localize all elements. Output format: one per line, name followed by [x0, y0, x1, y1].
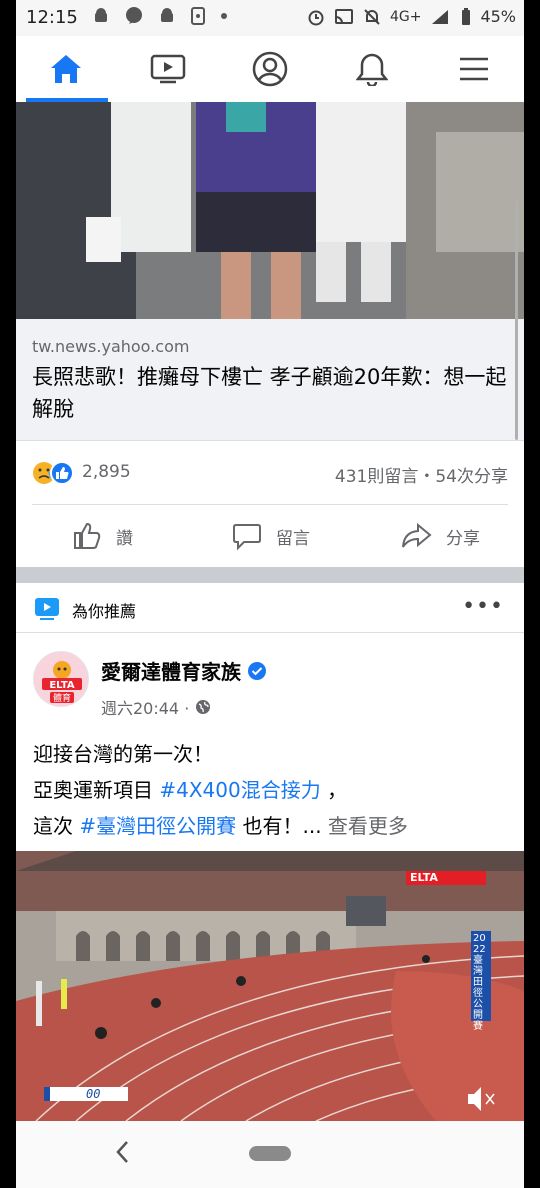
file-icon [191, 7, 205, 25]
signal-icon [432, 9, 449, 24]
hamburger-icon [460, 57, 488, 81]
text-segment: 這次 [33, 814, 80, 838]
status-time: 12:15 [26, 7, 78, 28]
like-label: 讚 [116, 528, 133, 549]
alarm-icon [308, 10, 324, 25]
reaction-summary[interactable]: 2,895 431則留言・54次分享 [16, 452, 524, 492]
link-domain: tw.news.yahoo.com [32, 337, 190, 356]
mute-icon [364, 8, 380, 25]
verified-badge-icon [248, 661, 266, 680]
tab-notifications[interactable] [322, 36, 422, 102]
globe-icon [196, 700, 211, 714]
comment-label: 留言 [276, 528, 310, 549]
scrollbar[interactable] [515, 200, 518, 440]
android-icon [95, 8, 107, 22]
dot-icon [221, 13, 227, 19]
comment-share-stats[interactable]: 431則留言・54次分享 [335, 462, 508, 487]
status-right: 4G+ 45% [307, 7, 516, 26]
page-name[interactable]: 愛爾達體育家族 [101, 656, 267, 685]
post-meta: 週六20:44 · [101, 695, 211, 719]
video-frame [16, 851, 524, 1121]
system-navigation [16, 1121, 524, 1188]
back-icon [116, 1141, 128, 1163]
post-text-line: 亞奧運新項目 #4X400混合接力 ， [33, 772, 513, 808]
share-button[interactable]: 分享 [400, 519, 480, 553]
text-segment: ， [320, 778, 348, 802]
post-timestamp[interactable]: 週六20:44 · [101, 695, 189, 719]
like-icon [74, 522, 101, 549]
reaction-icons [33, 461, 74, 485]
share-label: 分享 [446, 528, 480, 549]
recommended-header: 為你推薦 ••• [16, 583, 524, 633]
network-type: 4G+ [389, 8, 422, 25]
tab-profile[interactable] [220, 36, 320, 102]
battery-percent: 45% [480, 7, 516, 26]
post-text: 迎接台灣的第一次！ 亞奧運新項目 #4X400混合接力 ， 這次 #臺灣田徑公開… [33, 736, 513, 844]
svg-text:ELTA: ELTA [49, 680, 75, 691]
home-icon [51, 55, 81, 83]
hashtag-link[interactable]: #臺灣田徑公開賽 [79, 814, 236, 838]
home-pill-button[interactable] [249, 1146, 291, 1161]
like-button[interactable]: 讚 [72, 519, 133, 553]
see-more-link[interactable]: 查看更多 [328, 814, 408, 838]
back-button[interactable] [114, 1139, 130, 1169]
more-options-button[interactable]: ••• [462, 594, 504, 619]
text-segment: 亞奧運新項目 [33, 778, 160, 802]
top-navigation [16, 36, 524, 102]
elta-logo: ELTA 體育 [34, 652, 88, 706]
page-name-text: 愛爾達體育家族 [101, 660, 241, 684]
reaction-count: 2,895 [82, 462, 131, 482]
video-timer: 00 [86, 1087, 101, 1101]
status-bar: 12:15 4G+ 45% [16, 0, 524, 36]
messenger-icon [126, 7, 142, 24]
tab-home[interactable] [16, 36, 116, 102]
news-photo [16, 102, 524, 319]
text-segment: 也有！... [236, 814, 328, 838]
post-video[interactable]: ELTA 2022臺灣田徑公開賽 00 [16, 851, 524, 1121]
watch-recommend-icon [35, 598, 59, 620]
hashtag-link[interactable]: #4X400混合接力 [159, 778, 320, 802]
svg-text:體育: 體育 [53, 692, 71, 704]
video-brand-label: ELTA [410, 871, 438, 884]
tab-watch[interactable] [118, 36, 218, 102]
video-icon [150, 54, 186, 84]
link-preview[interactable]: tw.news.yahoo.com 長照悲歌！推癱母下樓亡 孝子顧逾20年歎：想… [16, 319, 524, 441]
feed-separator [16, 567, 524, 583]
status-left-icons [92, 6, 228, 26]
video-side-banner: 2022臺灣田徑公開賽 [473, 933, 486, 1032]
post-text-line: 迎接台灣的第一次！ [33, 742, 213, 766]
link-title: 長照悲歌！推癱母下樓亡 孝子顧逾20年歎：想一起解脫 [32, 365, 507, 421]
android-icon [161, 8, 173, 22]
post-image[interactable] [16, 102, 524, 319]
bell-icon [356, 53, 388, 86]
profile-icon [252, 51, 288, 87]
cast-icon [334, 8, 353, 24]
divider [32, 504, 508, 505]
recommended-label: 為你推薦 [72, 602, 137, 621]
share-icon [402, 522, 432, 548]
post-actions: 讚 留言 分享 [16, 507, 524, 565]
comment-icon [233, 524, 261, 551]
comment-button[interactable]: 留言 [232, 519, 310, 553]
page-avatar[interactable]: ELTA 體育 [33, 651, 89, 707]
battery-icon [462, 7, 471, 25]
post-text-line: 這次 #臺灣田徑公開賽 也有！... 查看更多 [33, 808, 513, 844]
tab-menu[interactable] [424, 36, 524, 102]
phone-screen: 12:15 4G+ 45% tw.news.yahoo.com 長照悲歌！推癱母… [16, 0, 524, 1188]
